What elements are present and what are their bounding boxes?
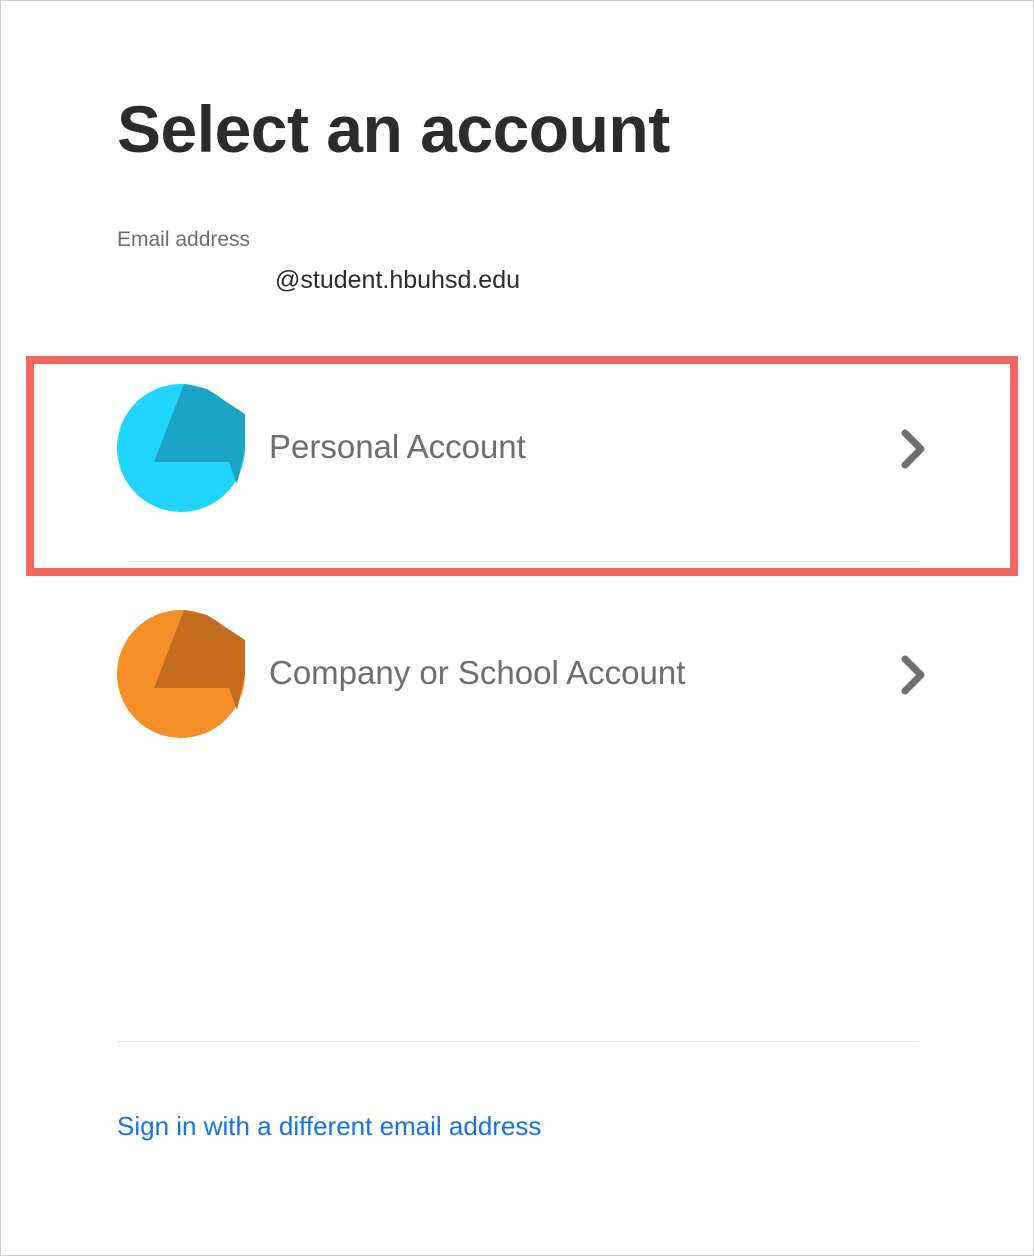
company-account-avatar-icon [117,610,245,738]
email-value: @student.hbuhsd.edu [275,266,521,294]
personal-account-avatar-icon [117,384,245,512]
personal-account-label: Personal Account [269,428,526,465]
footer-divider [117,1041,919,1042]
account-divider [129,561,919,562]
chevron-right-icon [901,429,925,469]
company-account-label: Company or School Account [269,654,686,691]
account-select-dialog: Select an account Email address @student… [0,0,1034,1256]
page-title: Select an account [117,92,670,166]
company-account-option[interactable]: Company or School Account [117,610,929,740]
email-label: Email address [117,228,251,251]
sign-in-different-email-link[interactable]: Sign in with a different email address [117,1111,541,1142]
chevron-right-icon [901,655,925,695]
personal-account-option[interactable]: Personal Account [117,384,929,514]
